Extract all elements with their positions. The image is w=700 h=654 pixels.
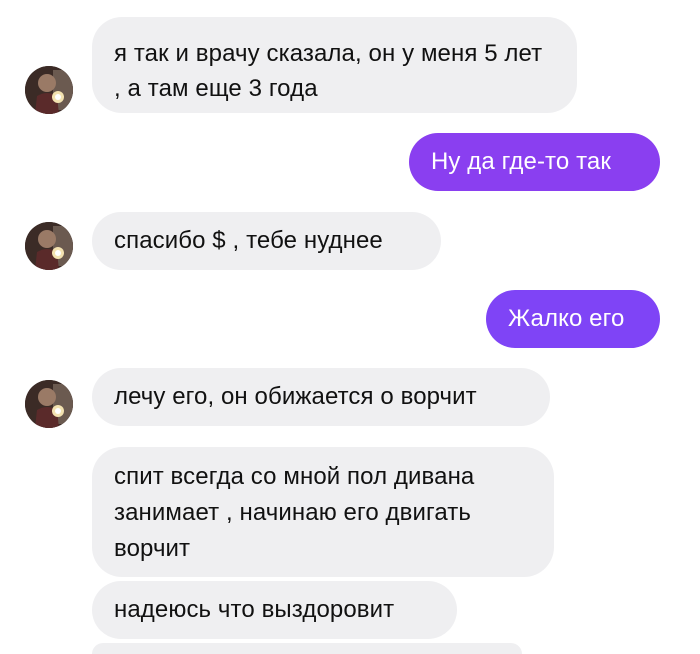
incoming-message-bubble[interactable]: спит всегда со мной пол дивана занимает …: [92, 447, 554, 577]
message-text: Ну да где-то так: [431, 148, 611, 175]
chat-thread: я так и врачу сказала, он у меня 5 лет ,…: [0, 0, 700, 654]
message-text: Жалко его: [508, 305, 625, 332]
message-text: спасибо $ , тебе нуднее: [114, 227, 383, 254]
outgoing-message-bubble[interactable]: Ну да где-то так: [409, 133, 660, 191]
message-text: надеюсь что выздоровит: [114, 596, 395, 623]
message-text: я так и врачу сказала, он у меня 5 лет ,…: [114, 40, 543, 102]
outgoing-message-bubble[interactable]: Жалко его: [486, 290, 660, 348]
contact-avatar-icon[interactable]: [25, 380, 73, 428]
contact-avatar-icon[interactable]: [25, 222, 73, 270]
incoming-message-bubble[interactable]: спасибо $ , тебе нуднее: [92, 212, 441, 270]
incoming-message-bubble[interactable]: лечу его, он обижается о ворчит: [92, 368, 550, 426]
incoming-message-bubble[interactable]: я так и врачу сказала, он у меня 5 лет ,…: [92, 17, 577, 113]
contact-avatar-icon[interactable]: [25, 66, 73, 114]
incoming-message-bubble[interactable]: [92, 643, 522, 654]
message-text: спит всегда со мной пол дивана занимает …: [114, 463, 475, 562]
message-text: лечу его, он обижается о ворчит: [114, 383, 477, 410]
incoming-message-bubble[interactable]: надеюсь что выздоровит: [92, 581, 457, 639]
